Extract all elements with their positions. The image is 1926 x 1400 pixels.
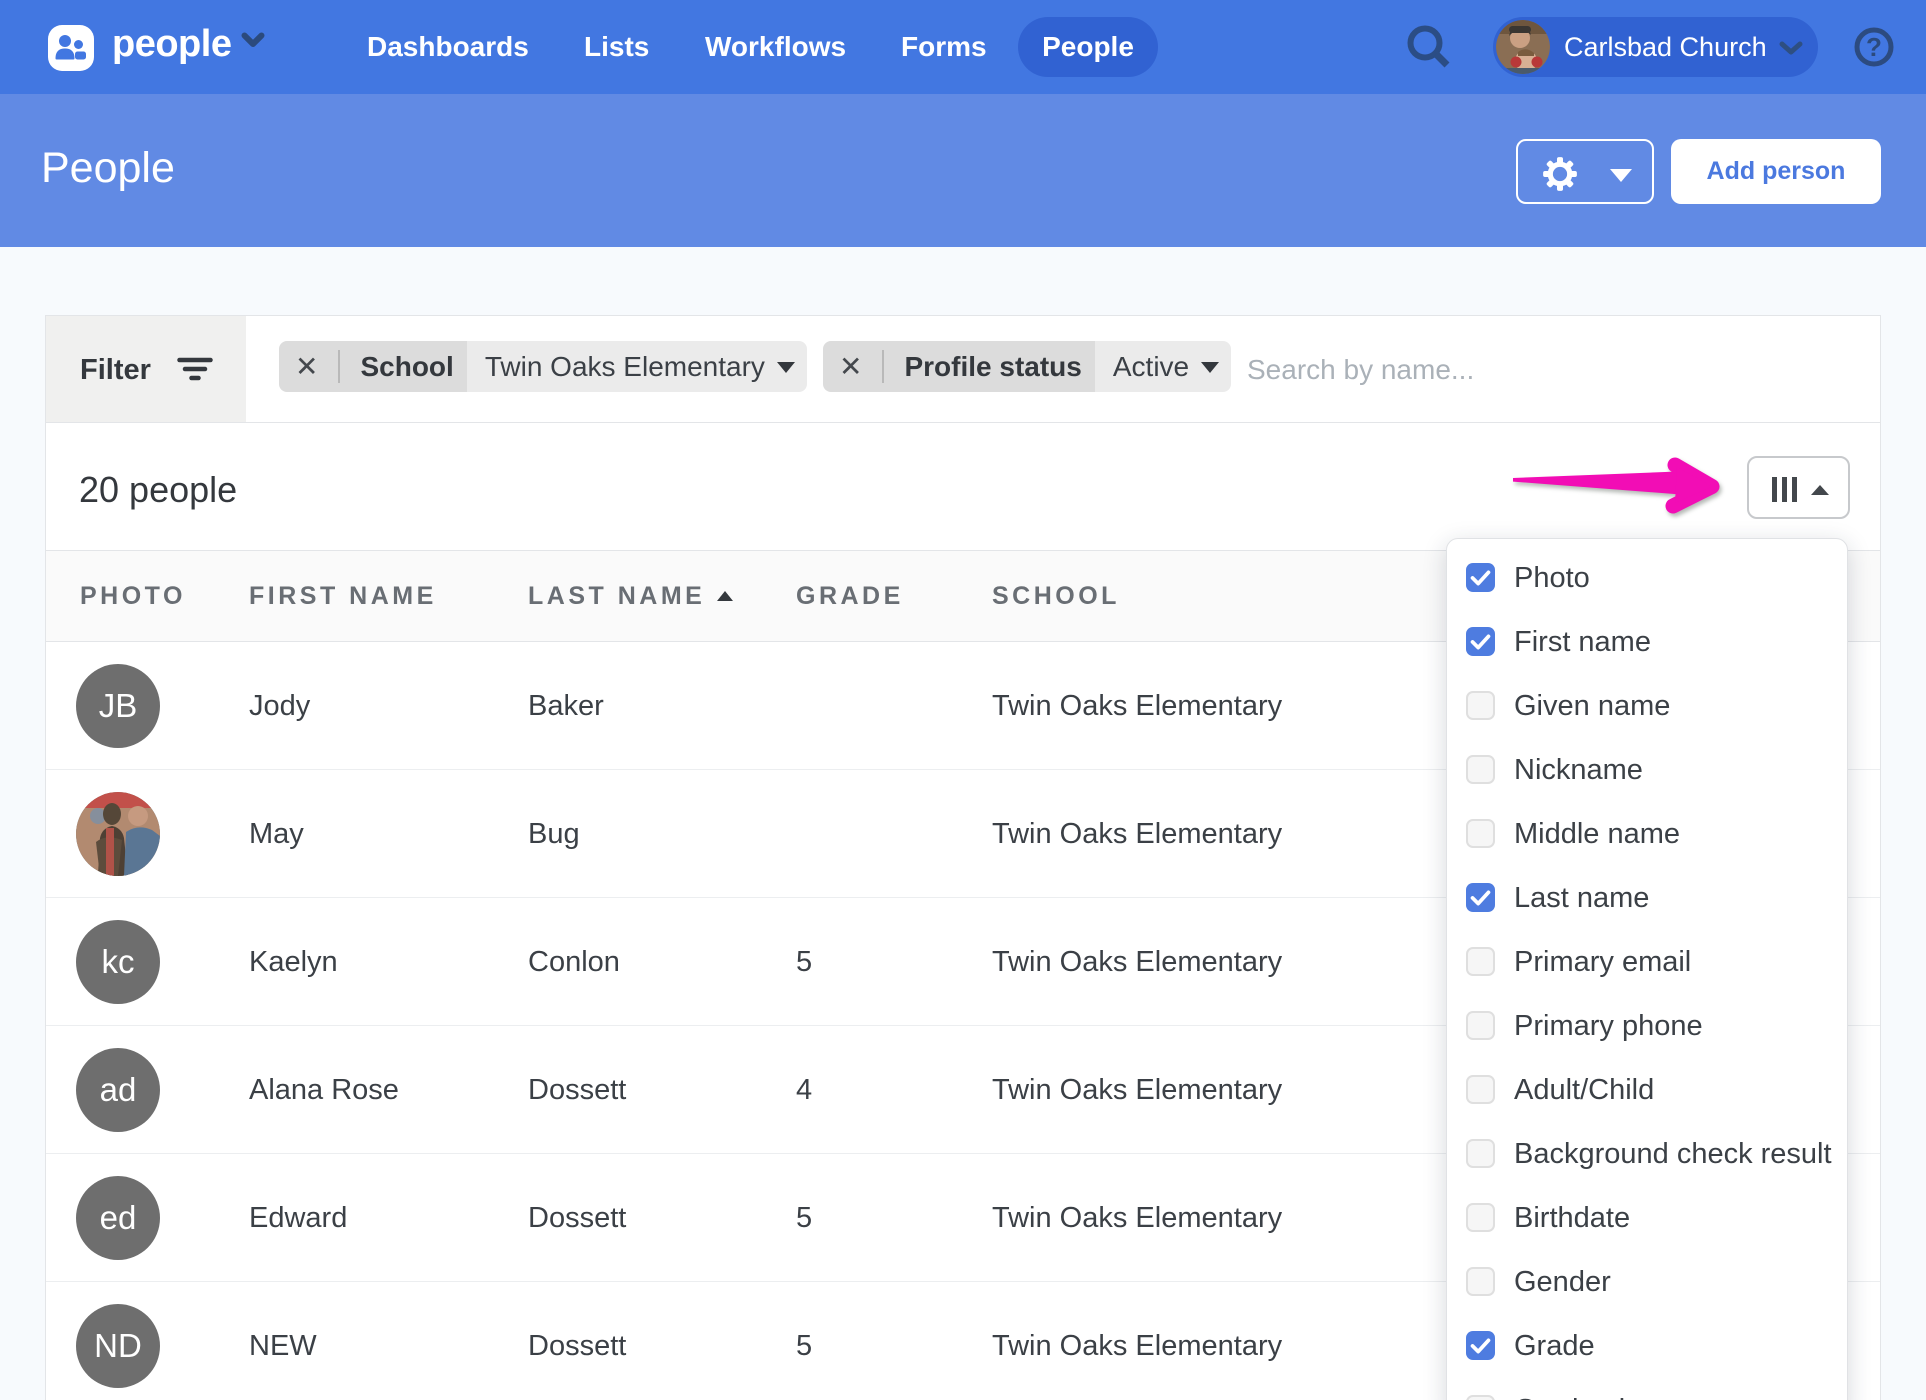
svg-text:?: ?	[1866, 32, 1882, 62]
